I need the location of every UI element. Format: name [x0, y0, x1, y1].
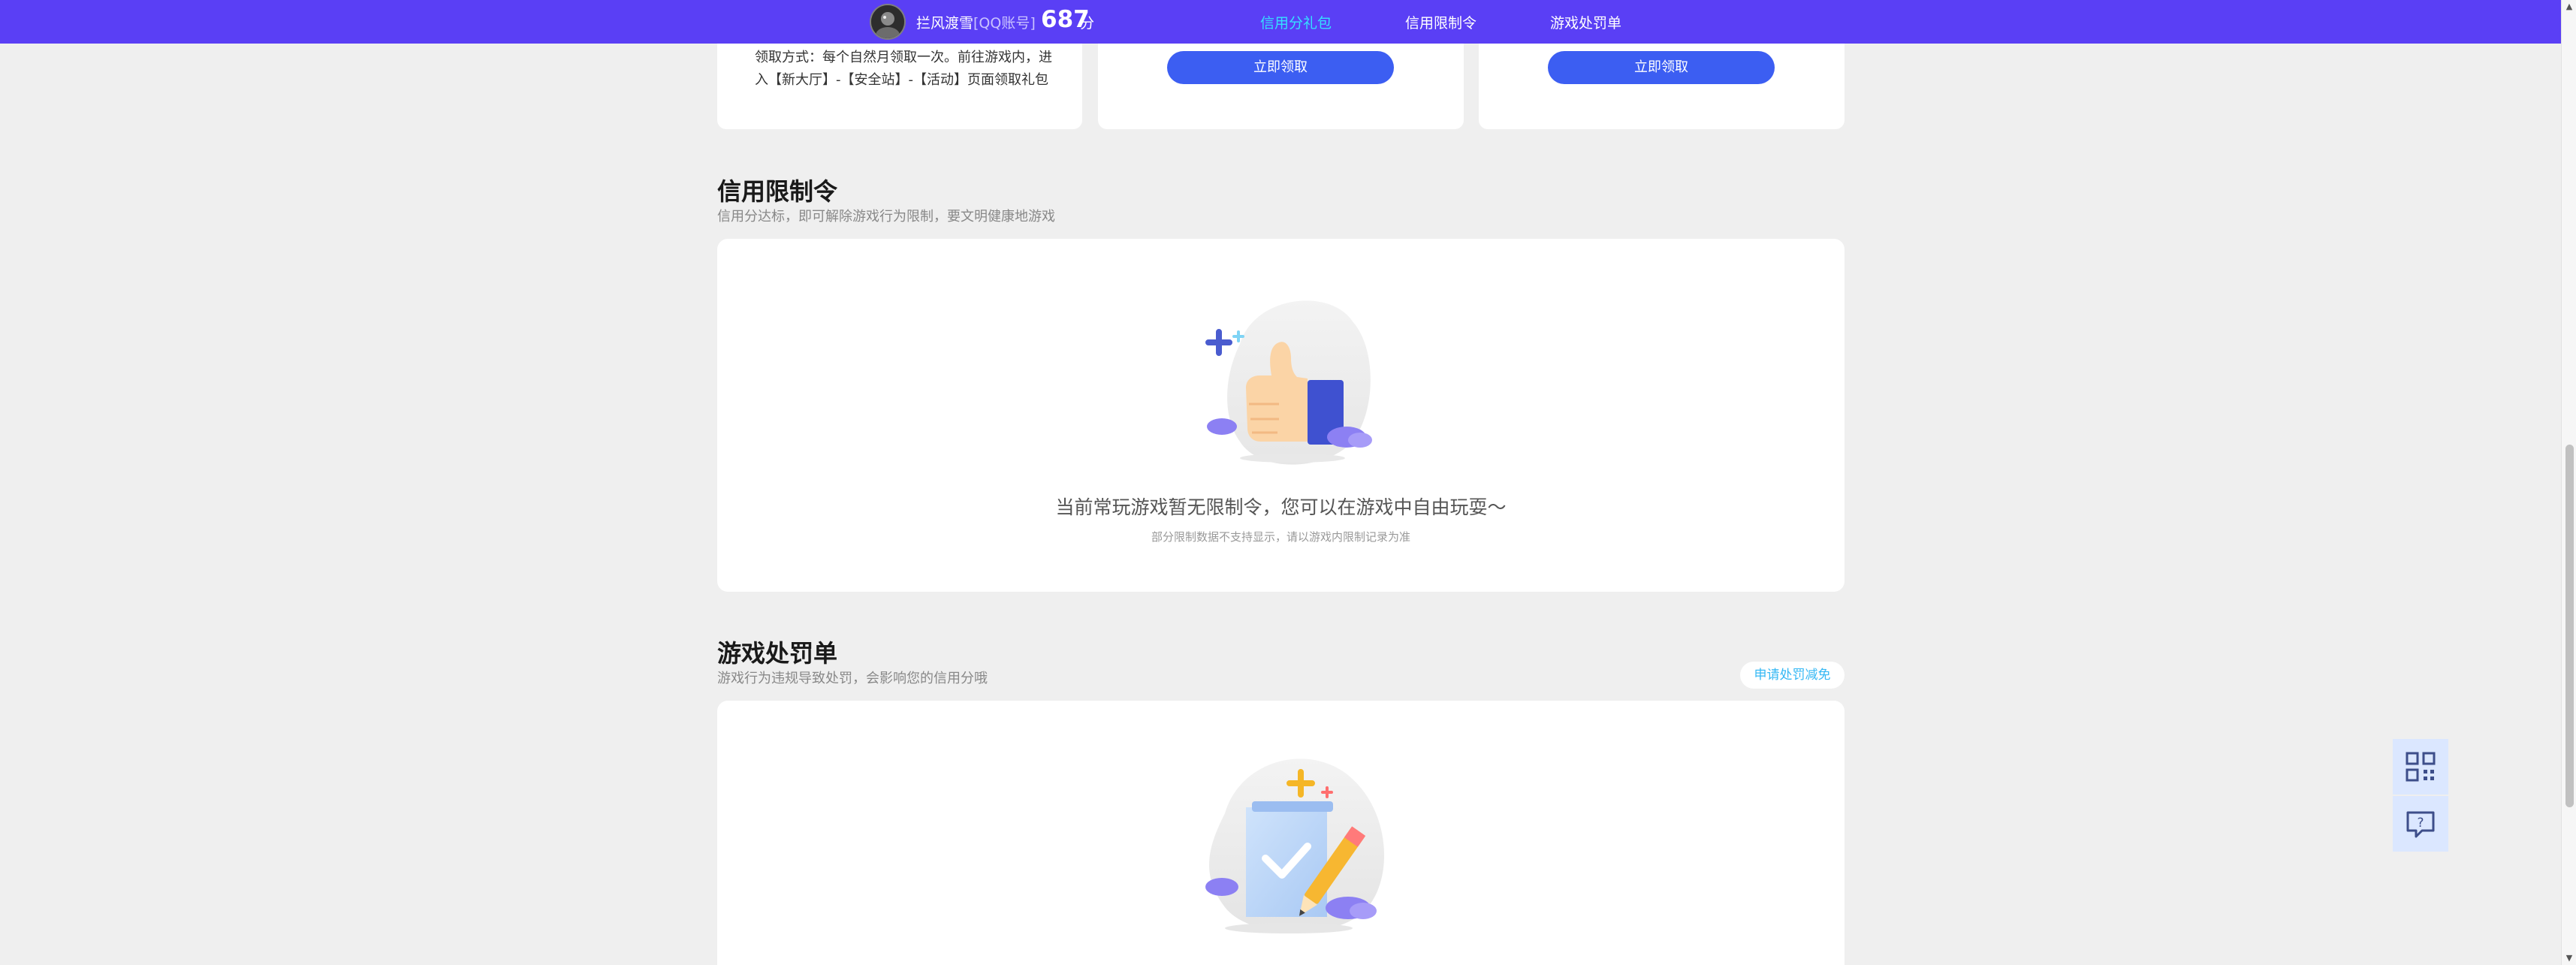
- scroll-up-arrow-icon[interactable]: ▲: [2562, 0, 2576, 14]
- thumbs-up-icon: [1205, 300, 1372, 465]
- nav-tab-penalty[interactable]: 游戏处罚单: [1550, 12, 1621, 32]
- credit-score-unit: 分: [1080, 15, 1095, 32]
- nav-tab-credit-gift[interactable]: 信用分礼包: [1260, 12, 1332, 32]
- empty-state-message: 当前常玩游戏暂无限制令，您可以在游戏中自由玩耍～: [1055, 496, 1507, 518]
- gift-card: 立即领取: [1479, 30, 1845, 129]
- section-title-penalty: 游戏处罚单: [717, 639, 838, 668]
- scrollbar-thumb[interactable]: [2565, 445, 2574, 807]
- vertical-scrollbar[interactable]: ▲ ▼: [2561, 0, 2576, 965]
- account-type-label: [QQ账号]: [973, 15, 1036, 32]
- qr-code-button[interactable]: [2393, 739, 2448, 795]
- penalty-panel: [717, 701, 1845, 965]
- avatar[interactable]: [870, 4, 906, 40]
- checklist-pencil-icon: [1205, 758, 1385, 933]
- empty-state-note: 部分限制数据不支持显示，请以游戏内限制记录为准: [1151, 530, 1410, 544]
- restriction-panel: 当前常玩游戏暂无限制令，您可以在游戏中自由玩耍～ 部分限制数据不支持显示，请以游…: [717, 239, 1845, 592]
- scroll-down-arrow-icon[interactable]: ▼: [2562, 951, 2576, 965]
- qr-code-icon: [2406, 752, 2436, 782]
- svg-text:?: ?: [2417, 816, 2424, 831]
- feedback-button[interactable]: ?: [2393, 796, 2448, 852]
- claim-now-button[interactable]: 立即领取: [1167, 51, 1394, 84]
- apply-penalty-reduction-button[interactable]: 申请处罚减免: [1740, 662, 1845, 689]
- top-navbar: 拦风渡雪 [QQ账号] 687 分 信用分礼包 信用限制令 游戏处罚单: [0, 0, 2561, 44]
- gift-card: 立即领取: [1098, 30, 1464, 129]
- username: 拦风渡雪: [916, 15, 974, 32]
- claim-now-button[interactable]: 立即领取: [1548, 51, 1775, 84]
- section-subtitle-penalty: 游戏行为违规导致处罚，会影响您的信用分哦: [717, 671, 988, 686]
- feedback-question-icon: ?: [2406, 811, 2435, 838]
- nav-tab-restriction[interactable]: 信用限制令: [1405, 12, 1477, 32]
- section-subtitle-restriction: 信用分达标，即可解除游戏行为限制，要文明健康地游戏: [717, 209, 1055, 225]
- gift-card: 领取方式：每个自然月领取一次。前往游戏内，进入【新大厅】-【安全站】-【活动】页…: [717, 30, 1082, 129]
- section-title-restriction: 信用限制令: [717, 177, 838, 206]
- gift-claim-method-text: 领取方式：每个自然月领取一次。前往游戏内，进入【新大厅】-【安全站】-【活动】页…: [755, 50, 1052, 88]
